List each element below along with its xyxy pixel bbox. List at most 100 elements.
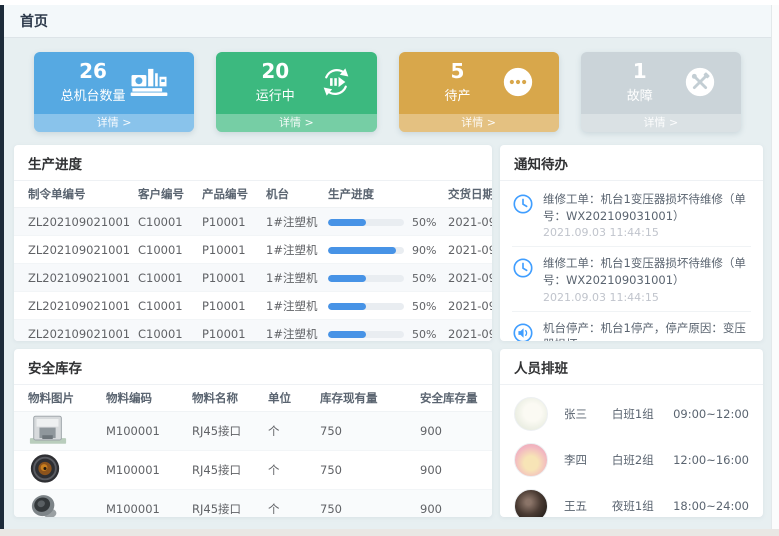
notification-body: 维修工单：机台1变压器损坏待维修（单号：WX202109031001） 2021… bbox=[543, 191, 751, 239]
panel-title: 通知待办 bbox=[500, 145, 763, 181]
page-header: 首页 bbox=[4, 5, 771, 38]
avatar bbox=[514, 489, 548, 517]
cell-progress: 50% bbox=[322, 264, 442, 292]
shift-time: 12:00~16:00 bbox=[673, 453, 749, 467]
card-label: 总机台数量 bbox=[60, 85, 125, 104]
avatar bbox=[514, 443, 548, 477]
safety-inventory-panel: 安全库存 物料图片 物料编码 物料名称 单位 库存现有量 安全库存量 bbox=[14, 349, 492, 517]
notification-item[interactable]: 维修工单：机台1变压器损坏待维修（单号：WX202109031001） 2021… bbox=[512, 247, 751, 311]
cell-order-no: ZL202109021001 bbox=[14, 292, 132, 320]
notification-time: 2021.09.03 11:44:15 bbox=[543, 291, 751, 304]
cell-progress: 50% bbox=[322, 208, 442, 236]
cell-delivery-date: 2021-09-10 bbox=[442, 264, 492, 292]
schedule-list: 张三 白班1组 09:00~12:00 李四 白班2组 12:00~16:00 … bbox=[500, 385, 763, 517]
cell-customer-no: C10001 bbox=[132, 320, 196, 342]
stat-card-total-machines[interactable]: 26 总机台数量 详情 > bbox=[34, 52, 194, 132]
card-detail-link[interactable]: 详情 > bbox=[216, 114, 376, 132]
cell-unit: 个 bbox=[262, 490, 314, 518]
table-row: M100001 RJ45接口 个 750 900 bbox=[14, 451, 492, 490]
card-detail-link[interactable]: 详情 > bbox=[581, 114, 741, 132]
notifications-panel: 通知待办 维修工单：机台1变压器损坏待维修（单号：WX202109031001）… bbox=[500, 145, 763, 341]
rj45-connector-image bbox=[28, 413, 96, 449]
speaker-icon bbox=[512, 322, 534, 341]
table-row: M100001 RJ45接口 个 750 900 bbox=[14, 412, 492, 451]
table-row: M100001 RJ45接口 个 750 900 bbox=[14, 490, 492, 518]
cell-machine: 1#注塑机 bbox=[260, 236, 322, 264]
progress-percent: 50% bbox=[412, 328, 436, 341]
fault-tools-icon bbox=[683, 65, 717, 99]
card-detail-link[interactable]: 详情 > bbox=[34, 114, 194, 132]
cell-customer-no: C10001 bbox=[132, 208, 196, 236]
clock-icon bbox=[512, 257, 534, 303]
horizontal-scrollbar[interactable] bbox=[0, 529, 779, 536]
cell-customer-no: C10001 bbox=[132, 292, 196, 320]
table-header-row: 物料图片 物料编码 物料名称 单位 库存现有量 安全库存量 bbox=[14, 385, 492, 412]
cell-material-image bbox=[14, 412, 100, 451]
progress-percent: 90% bbox=[412, 244, 436, 257]
stat-card-fault[interactable]: 1 故障 详情 > bbox=[581, 52, 741, 132]
cell-product-no: P10001 bbox=[196, 264, 260, 292]
cell-product-no: P10001 bbox=[196, 236, 260, 264]
column-header: 库存现有量 bbox=[314, 385, 414, 412]
column-header: 物料名称 bbox=[186, 385, 262, 412]
notification-text: 维修工单：机台1变压器损坏待维修（单号：WX202109031001） bbox=[543, 191, 751, 224]
cell-delivery-date: 2021-09-10 bbox=[442, 208, 492, 236]
column-header: 物料编码 bbox=[100, 385, 186, 412]
table-row: ZL202109021001 C10001 P10001 1#注塑机 50% 2… bbox=[14, 292, 492, 320]
inventory-table: 物料图片 物料编码 物料名称 单位 库存现有量 安全库存量 bbox=[14, 385, 492, 517]
cell-stock: 750 bbox=[314, 490, 414, 518]
notification-text: 维修工单：机台1变压器损坏待维修（单号：WX202109031001） bbox=[543, 255, 751, 288]
card-body: 20 运行中 bbox=[216, 52, 376, 112]
cell-stock: 750 bbox=[314, 412, 414, 451]
cell-machine: 1#注塑机 bbox=[260, 208, 322, 236]
schedule-row: 李四 白班2组 12:00~16:00 bbox=[514, 437, 749, 483]
panel-title: 安全库存 bbox=[14, 349, 492, 385]
cell-delivery-date: 2021-09-10 bbox=[442, 292, 492, 320]
personnel-schedule-panel: 人员排班 张三 白班1组 09:00~12:00 李四 白班2组 12:00~1… bbox=[500, 349, 763, 517]
vertical-scrollbar[interactable] bbox=[771, 5, 779, 529]
progress-bar bbox=[328, 247, 404, 254]
progress-percent: 50% bbox=[412, 216, 436, 229]
cell-unit: 个 bbox=[262, 412, 314, 451]
cell-unit: 个 bbox=[262, 451, 314, 490]
card-body: 1 故障 bbox=[581, 52, 741, 112]
cell-product-no: P10001 bbox=[196, 320, 260, 342]
cell-material-code: M100001 bbox=[100, 412, 186, 451]
production-progress-panel: 生产进度 制令单编号 客户编号 产品编号 机台 生产进度 交货日期 ZL2021 bbox=[14, 145, 492, 341]
column-header: 客户编号 bbox=[132, 181, 196, 208]
cell-machine: 1#注塑机 bbox=[260, 292, 322, 320]
cell-machine: 1#注塑机 bbox=[260, 320, 322, 342]
card-detail-link[interactable]: 详情 > bbox=[399, 114, 559, 132]
stat-card-waiting[interactable]: 5 待产 详情 > bbox=[399, 52, 559, 132]
cell-material-name: RJ45接口 bbox=[186, 490, 262, 518]
progress-bar bbox=[328, 303, 404, 310]
card-label: 故障 bbox=[627, 85, 653, 104]
column-header: 生产进度 bbox=[322, 181, 442, 208]
progress-percent: 50% bbox=[412, 300, 436, 313]
person-name: 王五 bbox=[564, 498, 612, 514]
notification-item[interactable]: 维修工单：机台1变压器损坏待维修（单号：WX202109031001） 2021… bbox=[512, 183, 751, 247]
notification-body: 机台停产：机台1停产，停产原因：变压器损坏 2021.09.03 11:44:1… bbox=[543, 320, 751, 341]
shift-label: 白班1组 bbox=[612, 406, 673, 422]
shift-label: 夜班1组 bbox=[612, 498, 673, 514]
notification-item[interactable]: 机台停产：机台1停产，停产原因：变压器损坏 2021.09.03 11:44:1… bbox=[512, 312, 751, 341]
shift-time: 09:00~12:00 bbox=[673, 407, 749, 421]
person-name: 张三 bbox=[564, 406, 612, 422]
notification-time: 2021.09.03 11:44:15 bbox=[543, 226, 751, 239]
card-text: 1 故障 bbox=[605, 60, 675, 104]
cell-progress: 50% bbox=[322, 320, 442, 342]
panel-title: 人员排班 bbox=[500, 349, 763, 385]
card-value: 26 bbox=[79, 60, 107, 83]
column-header: 制令单编号 bbox=[14, 181, 132, 208]
cell-delivery-date: 2021-09-10 bbox=[442, 236, 492, 264]
round-speaker-image bbox=[28, 452, 96, 488]
cell-order-no: ZL202109021001 bbox=[14, 320, 132, 342]
stat-cards-row: 26 总机台数量 详情 > bbox=[34, 52, 741, 132]
card-body: 5 待产 bbox=[399, 52, 559, 112]
column-header: 交货日期 bbox=[442, 181, 492, 208]
notification-body: 维修工单：机台1变压器损坏待维修（单号：WX202109031001） 2021… bbox=[543, 255, 751, 303]
stat-card-running[interactable]: 20 运行中 详情 > bbox=[216, 52, 376, 132]
cell-stock: 750 bbox=[314, 451, 414, 490]
cell-material-code: M100001 bbox=[100, 451, 186, 490]
machine-icon bbox=[128, 65, 170, 99]
